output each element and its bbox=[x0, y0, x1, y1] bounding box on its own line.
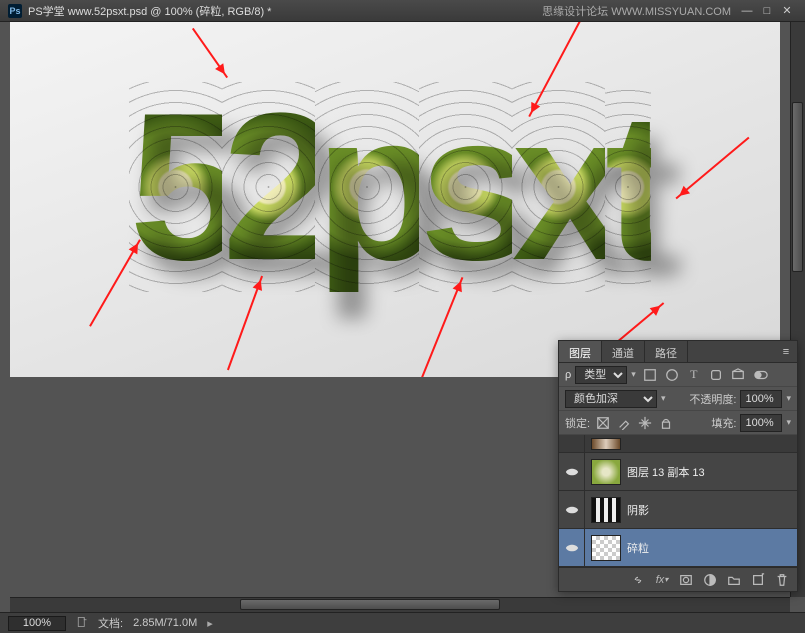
lock-transparent-icon[interactable] bbox=[594, 414, 612, 432]
tab-channels[interactable]: 通道 bbox=[602, 341, 645, 362]
visibility-toggle[interactable] bbox=[559, 435, 585, 453]
search-icon: ρ bbox=[565, 369, 571, 381]
visibility-toggle[interactable] bbox=[559, 529, 585, 566]
layers-panel-footer: fx▾ bbox=[559, 567, 797, 591]
layer-mask-icon[interactable] bbox=[675, 571, 697, 589]
chevron-down-icon[interactable]: ▾ bbox=[786, 393, 791, 404]
layer-thumbnail[interactable] bbox=[591, 497, 621, 523]
layer-filter-row: ρ 类型 ▾ T bbox=[559, 363, 797, 387]
filter-pixel-icon[interactable] bbox=[640, 366, 660, 384]
horizontal-scrollbar[interactable] bbox=[10, 597, 790, 612]
fx-icon[interactable]: fx▾ bbox=[651, 571, 673, 589]
horizontal-scrollbar-thumb[interactable] bbox=[240, 599, 500, 610]
filter-shape-icon[interactable] bbox=[706, 366, 726, 384]
panel-menu-button[interactable]: ≡ bbox=[775, 341, 797, 362]
lock-position-icon[interactable] bbox=[636, 414, 654, 432]
blend-mode-select[interactable]: 颜色加深 bbox=[565, 390, 657, 408]
lock-all-icon[interactable] bbox=[657, 414, 675, 432]
eye-icon bbox=[565, 465, 579, 479]
layer-item-selected[interactable]: 碎粒 bbox=[559, 529, 797, 567]
lock-pixels-icon[interactable] bbox=[615, 414, 633, 432]
eye-icon bbox=[565, 541, 579, 555]
kiwi-text-art: 52psxt bbox=[30, 32, 750, 342]
status-doc-icon bbox=[76, 616, 88, 631]
fill-input[interactable] bbox=[740, 414, 782, 432]
opacity-input[interactable] bbox=[740, 390, 782, 408]
lock-fill-row: 锁定: 填充: ▾ bbox=[559, 411, 797, 435]
fill-label: 填充: bbox=[711, 415, 736, 431]
layer-name[interactable]: 图层 13 副本 13 bbox=[627, 464, 705, 480]
layer-list-partial-row[interactable] bbox=[559, 435, 797, 453]
layer-name[interactable]: 碎粒 bbox=[627, 540, 649, 556]
watermark-text: 思缘设计论坛 WWW.MISSYUAN.COM bbox=[542, 3, 731, 19]
tab-paths[interactable]: 路径 bbox=[645, 341, 688, 362]
window-minimize-button[interactable]: — bbox=[737, 4, 757, 18]
layer-item[interactable]: 图层 13 副本 13 bbox=[559, 453, 797, 491]
tab-layers[interactable]: 图层 bbox=[559, 341, 602, 362]
filter-smart-icon[interactable] bbox=[728, 366, 748, 384]
delete-layer-icon[interactable] bbox=[771, 571, 793, 589]
doc-size-value: 2.85M/71.0M bbox=[133, 617, 197, 629]
layer-name[interactable]: 阴影 bbox=[627, 502, 649, 518]
vertical-scrollbar-thumb[interactable] bbox=[792, 102, 803, 272]
eye-icon bbox=[565, 503, 579, 517]
visibility-toggle[interactable] bbox=[559, 453, 585, 490]
filter-type-icon[interactable]: T bbox=[684, 366, 704, 384]
filter-type-icons: T bbox=[640, 366, 748, 384]
chevron-down-icon[interactable]: ▾ bbox=[786, 417, 791, 428]
chevron-down-icon: ▾ bbox=[661, 393, 666, 404]
opacity-label: 不透明度: bbox=[689, 391, 736, 407]
panel-tabs: 图层 通道 路径 ≡ bbox=[559, 341, 797, 363]
status-chevron-icon[interactable]: ▸ bbox=[207, 617, 213, 630]
group-icon[interactable] bbox=[723, 571, 745, 589]
filter-adjust-icon[interactable] bbox=[662, 366, 682, 384]
filter-toggle-switch[interactable] bbox=[752, 366, 770, 384]
filter-kind-select[interactable]: 类型 bbox=[575, 366, 627, 384]
layer-list[interactable]: 图层 13 副本 13 阴影 碎粒 bbox=[559, 435, 797, 567]
window-maximize-button[interactable]: □ bbox=[757, 4, 777, 18]
app-icon: Ps bbox=[8, 4, 22, 18]
layer-thumbnail[interactable] bbox=[591, 459, 621, 485]
layer-thumbnail[interactable] bbox=[591, 438, 621, 450]
adjustment-layer-icon[interactable] bbox=[699, 571, 721, 589]
layers-panel: 图层 通道 路径 ≡ ρ 类型 ▾ T 颜色加深 ▾ 不透明度: ▾ 锁定: bbox=[558, 340, 798, 592]
zoom-field[interactable]: 100% bbox=[8, 616, 66, 631]
window-close-button[interactable]: ✕ bbox=[777, 4, 797, 18]
doc-size-label: 文档: bbox=[98, 615, 123, 631]
chevron-down-icon: ▾ bbox=[631, 369, 636, 380]
new-layer-icon[interactable] bbox=[747, 571, 769, 589]
document-canvas[interactable]: 52psxt bbox=[10, 22, 780, 377]
layer-item[interactable]: 阴影 bbox=[559, 491, 797, 529]
lock-label: 锁定: bbox=[565, 415, 590, 431]
link-layers-icon[interactable] bbox=[627, 571, 649, 589]
window-title-bar: Ps PS学堂 www.52psxt.psd @ 100% (碎粒, RGB/8… bbox=[0, 0, 805, 22]
visibility-toggle[interactable] bbox=[559, 491, 585, 528]
blend-opacity-row: 颜色加深 ▾ 不透明度: ▾ bbox=[559, 387, 797, 411]
layer-thumbnail[interactable] bbox=[591, 535, 621, 561]
status-bar: 100% 文档: 2.85M/71.0M ▸ bbox=[0, 612, 805, 633]
document-title: PS学堂 www.52psxt.psd @ 100% (碎粒, RGB/8) * bbox=[28, 3, 542, 19]
